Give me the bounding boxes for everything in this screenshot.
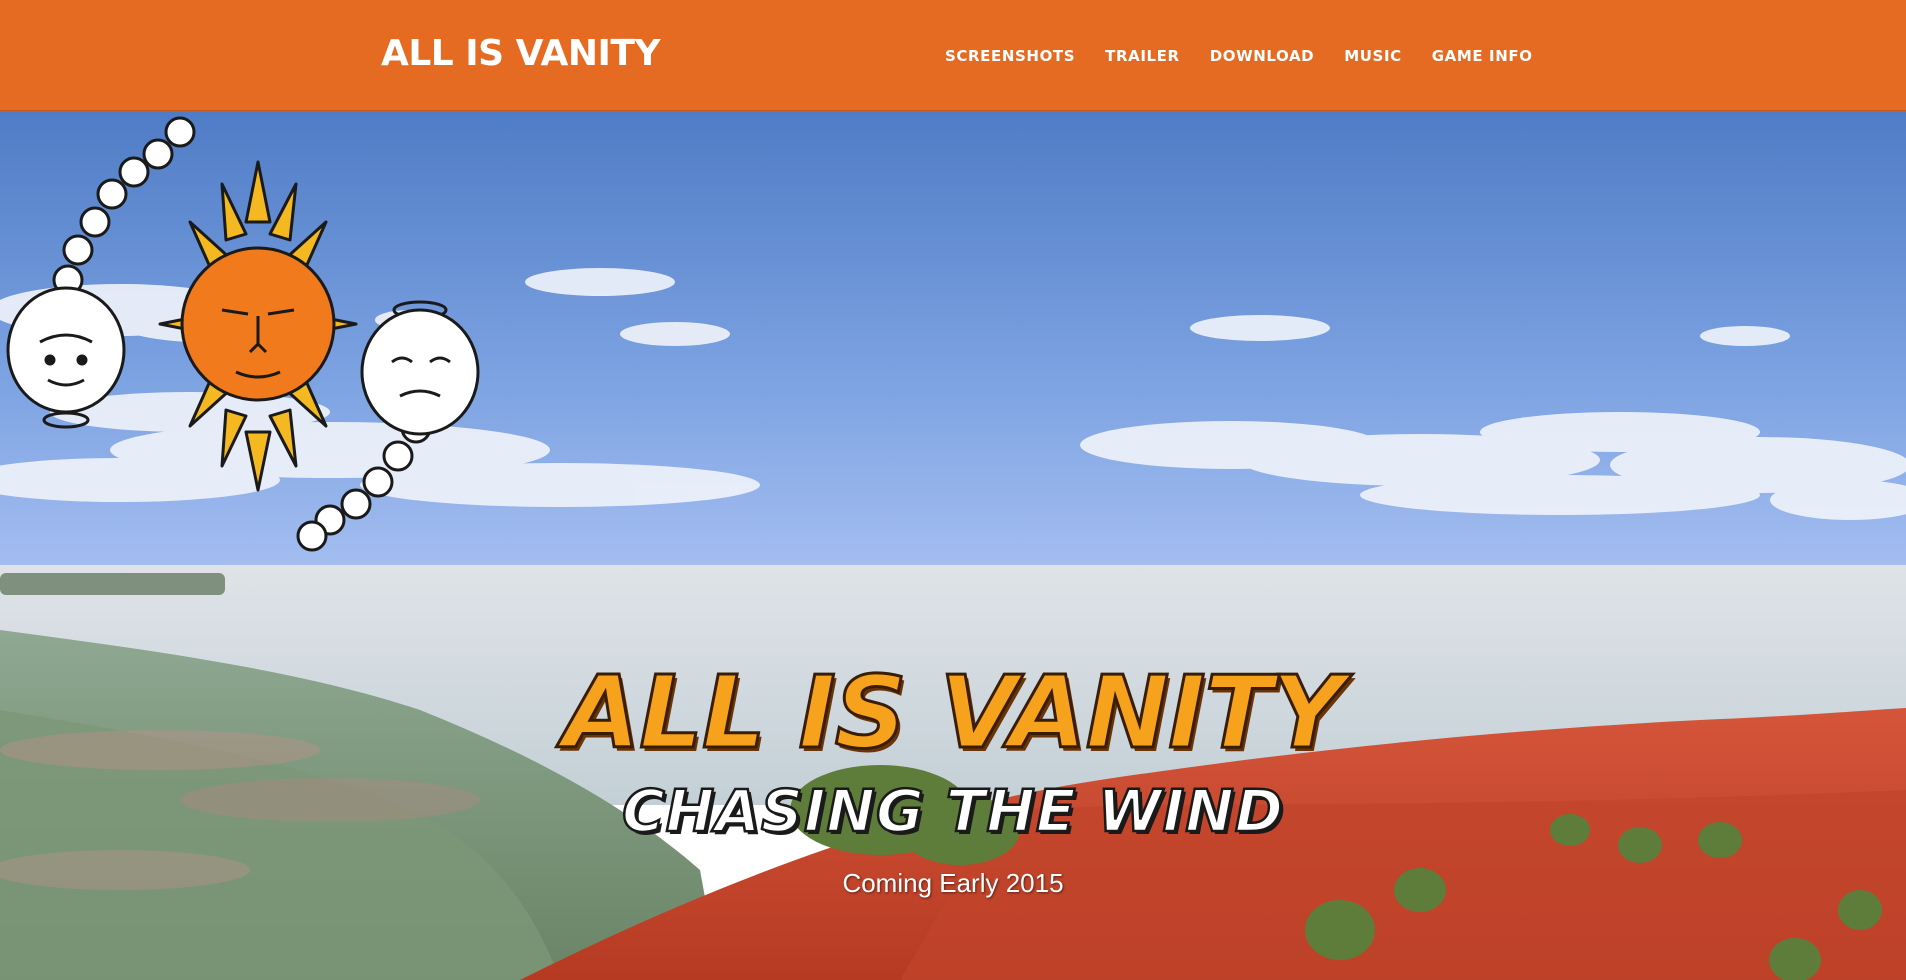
left-cherub <box>6 286 126 429</box>
nav-item-screenshots: SCREENSHOTS <box>945 47 1075 66</box>
top-navbar: ALL IS VANITY SCREENSHOTS TRAILER DOWNLO… <box>0 0 1906 111</box>
nav-link-trailer[interactable]: TRAILER <box>1105 47 1180 65</box>
page: ALL IS VANITY SCREENSHOTS TRAILER DOWNLO… <box>0 0 1906 980</box>
nav-link-game-info[interactable]: GAME INFO <box>1432 47 1533 65</box>
nav-links: SCREENSHOTS TRAILER DOWNLOAD MUSIC GAME … <box>945 47 1533 66</box>
nav-item-game-info: GAME INFO <box>1432 47 1533 66</box>
nav-link-download[interactable]: DOWNLOAD <box>1210 47 1315 65</box>
right-cherub <box>360 300 480 436</box>
nav-item-trailer: TRAILER <box>1105 47 1180 66</box>
left-chain <box>52 116 196 296</box>
game-subtitle: CHASING THE WIND <box>621 777 1284 846</box>
sun-face-logo-icon <box>6 116 480 552</box>
game-title: ALL IS VANITY <box>561 654 1345 771</box>
nav-link-music[interactable]: MUSIC <box>1344 47 1402 65</box>
brand-link[interactable]: ALL IS VANITY <box>381 34 661 74</box>
sun-face <box>180 246 336 402</box>
hero-section: ALL IS VANITY CHASING THE WIND Coming Ea… <box>0 110 1906 980</box>
nav-link-screenshots[interactable]: SCREENSHOTS <box>945 47 1075 65</box>
release-tagline: Coming Early 2015 <box>842 868 1064 898</box>
distant-landmass <box>0 573 225 595</box>
nav-item-music: MUSIC <box>1344 47 1402 66</box>
nav-item-download: DOWNLOAD <box>1210 47 1315 66</box>
